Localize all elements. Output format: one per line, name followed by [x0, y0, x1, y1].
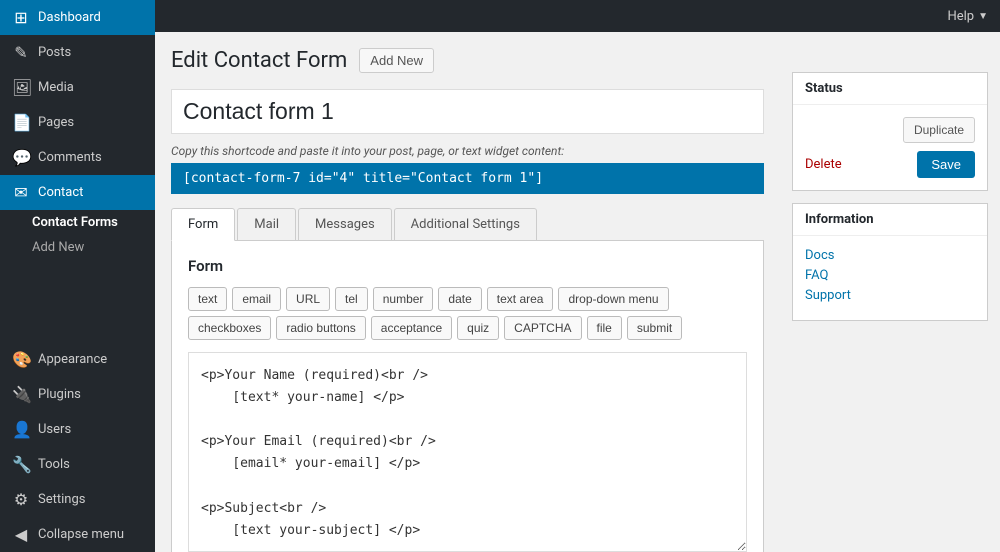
form-panel-title: Form — [188, 257, 747, 275]
tag-button-date[interactable]: date — [438, 287, 481, 311]
sidebar-item-label: Comments — [38, 150, 102, 165]
info-link-docs[interactable]: Docs — [805, 248, 975, 263]
sidebar-item-appearance[interactable]: 🎨 Appearance — [0, 342, 155, 377]
contact-icon: ✉ — [12, 183, 30, 202]
tab-bar: Form Mail Messages Additional Settings — [171, 208, 764, 241]
help-button[interactable]: Help ▼ — [947, 9, 988, 24]
tag-button-file[interactable]: file — [587, 316, 622, 340]
information-box: Information Docs FAQ Support — [792, 203, 988, 321]
sidebar-item-settings[interactable]: ⚙ Settings — [0, 482, 155, 517]
status-actions: Delete Save — [805, 151, 975, 178]
sidebar-item-label: Posts — [38, 45, 71, 60]
sidebar-item-posts[interactable]: ✎ Posts — [0, 35, 155, 70]
users-icon: 👤 — [12, 420, 30, 439]
sidebar-item-label: Users — [38, 422, 71, 437]
media-icon: 🖼 — [12, 78, 30, 97]
duplicate-button[interactable]: Duplicate — [903, 117, 975, 143]
tag-button-captcha[interactable]: CAPTCHA — [504, 316, 581, 340]
tag-buttons-container: textemailURLtelnumberdatetext areadrop-d… — [188, 287, 747, 340]
contact-forms-label: Contact Forms — [32, 215, 118, 230]
shortcode-box[interactable]: [contact-form-7 id="4" title="Contact fo… — [171, 163, 764, 194]
tag-button-drop-down-menu[interactable]: drop-down menu — [558, 287, 668, 311]
tab-form[interactable]: Form — [171, 208, 235, 241]
tag-button-email[interactable]: email — [232, 287, 281, 311]
comments-icon: 💬 — [12, 148, 30, 167]
tag-button-radio-buttons[interactable]: radio buttons — [276, 316, 365, 340]
sidebar-item-contact[interactable]: ✉ Contact — [0, 175, 155, 210]
add-new-label: Add New — [32, 240, 84, 255]
delete-link[interactable]: Delete — [805, 157, 842, 172]
tab-additional-settings[interactable]: Additional Settings — [394, 208, 537, 240]
sidebar-sub-add-new[interactable]: Add New — [0, 235, 155, 260]
main-content: Help ▼ Edit Contact Form Add New Copy th… — [155, 0, 1000, 552]
sidebar-item-label: Tools — [38, 457, 70, 472]
sidebar-item-collapse[interactable]: ◀ Collapse menu — [0, 517, 155, 552]
sidebar-item-plugins[interactable]: 🔌 Plugins — [0, 377, 155, 412]
sidebar-item-tools[interactable]: 🔧 Tools — [0, 447, 155, 482]
sidebar-item-label: Plugins — [38, 387, 81, 402]
tag-button-text-area[interactable]: text area — [487, 287, 554, 311]
sidebar-item-media[interactable]: 🖼 Media — [0, 70, 155, 105]
dashboard-icon: ⊞ — [12, 8, 30, 27]
information-box-body: Docs FAQ Support — [793, 236, 987, 320]
sidebar-item-users[interactable]: 👤 Users — [0, 412, 155, 447]
status-box-title: Status — [793, 73, 987, 105]
info-link-support[interactable]: Support — [805, 288, 975, 303]
sidebar-item-comments[interactable]: 💬 Comments — [0, 140, 155, 175]
sidebar-item-label: Appearance — [38, 352, 107, 367]
tag-button-quiz[interactable]: quiz — [457, 316, 499, 340]
sidebar-item-pages[interactable]: 📄 Pages — [0, 105, 155, 140]
form-title-input[interactable] — [171, 89, 764, 134]
tag-button-submit[interactable]: submit — [627, 316, 682, 340]
chevron-down-icon: ▼ — [978, 11, 988, 22]
page-title: Edit Contact Form — [171, 48, 347, 73]
sidebar-item-label: Contact — [38, 185, 83, 200]
tag-button-checkboxes[interactable]: checkboxes — [188, 316, 271, 340]
sidebar-item-dashboard[interactable]: ⊞ Dashboard — [0, 0, 155, 35]
collapse-icon: ◀ — [12, 525, 30, 544]
code-editor[interactable] — [188, 352, 747, 552]
pages-icon: 📄 — [12, 113, 30, 132]
add-new-button[interactable]: Add New — [359, 48, 434, 73]
info-link-faq[interactable]: FAQ — [805, 268, 975, 283]
help-label: Help — [947, 9, 974, 24]
tag-button-tel[interactable]: tel — [335, 287, 368, 311]
appearance-icon: 🎨 — [12, 350, 30, 369]
posts-icon: ✎ — [12, 43, 30, 62]
center-column: Edit Contact Form Add New Copy this shor… — [155, 32, 780, 552]
save-button[interactable]: Save — [917, 151, 975, 178]
status-box-body: Duplicate Delete Save — [793, 105, 987, 190]
topbar: Help ▼ — [155, 0, 1000, 32]
page-header: Edit Contact Form Add New — [171, 48, 764, 73]
tools-icon: 🔧 — [12, 455, 30, 474]
content-area: Edit Contact Form Add New Copy this shor… — [155, 32, 1000, 552]
tag-button-text[interactable]: text — [188, 287, 227, 311]
sidebar-item-label: Pages — [38, 115, 74, 130]
information-box-title: Information — [793, 204, 987, 236]
sidebar: ⊞ Dashboard ✎ Posts 🖼 Media 📄 Pages 💬 Co… — [0, 0, 155, 552]
form-panel: Form textemailURLtelnumberdatetext aread… — [171, 241, 764, 552]
right-sidebar: Status Duplicate Delete Save Information… — [780, 32, 1000, 552]
collapse-label: Collapse menu — [38, 527, 124, 542]
tag-button-number[interactable]: number — [373, 287, 434, 311]
tag-button-acceptance[interactable]: acceptance — [371, 316, 452, 340]
shortcode-label: Copy this shortcode and paste it into yo… — [171, 144, 764, 158]
tab-messages[interactable]: Messages — [298, 208, 392, 240]
sidebar-item-label: Settings — [38, 492, 85, 507]
status-box: Status Duplicate Delete Save — [792, 72, 988, 191]
tag-button-url[interactable]: URL — [286, 287, 330, 311]
plugins-icon: 🔌 — [12, 385, 30, 404]
tab-mail[interactable]: Mail — [237, 208, 296, 240]
sidebar-item-label: Dashboard — [38, 10, 101, 25]
sidebar-item-label: Media — [38, 80, 74, 95]
sidebar-sub-contact-forms[interactable]: Contact Forms — [0, 210, 155, 235]
settings-icon: ⚙ — [12, 490, 30, 509]
